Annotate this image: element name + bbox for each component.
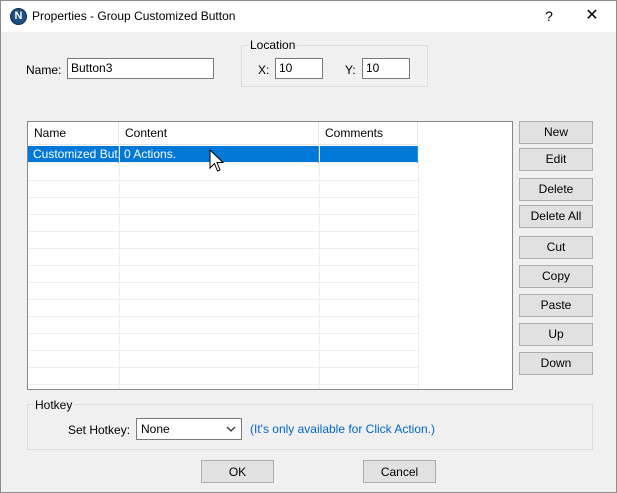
grid-divider (119, 145, 120, 389)
name-input[interactable]: Button3 (67, 58, 214, 79)
x-label: X: (258, 63, 270, 77)
empty-grid-row (28, 232, 418, 249)
grid-header: Name Content Comments (28, 122, 418, 145)
y-input[interactable]: 10 (362, 58, 410, 79)
empty-grid-row (28, 266, 418, 283)
empty-grid-row (28, 317, 418, 334)
empty-grid-row (28, 300, 418, 317)
set-hotkey-label: Set Hotkey: (68, 423, 131, 437)
empty-grid-row (28, 215, 418, 232)
window-title: Properties - Group Customized Button (32, 9, 236, 23)
location-legend: Location (248, 38, 298, 52)
x-input[interactable]: 10 (275, 58, 323, 79)
app-logo-icon: N (10, 8, 27, 25)
cut-button[interactable]: Cut (519, 236, 593, 259)
grid-divider (418, 145, 419, 389)
column-header-name[interactable]: Name (28, 122, 119, 145)
new-button[interactable]: New (519, 121, 593, 144)
column-header-comments[interactable]: Comments (319, 122, 418, 145)
ok-button[interactable]: OK (201, 460, 274, 483)
title-bar: N Properties - Group Customized Button ?… (1, 1, 616, 32)
delete-all-button[interactable]: Delete All (519, 205, 593, 228)
empty-grid-row (28, 249, 418, 266)
hotkey-select[interactable]: None (136, 418, 242, 440)
hotkey-legend: Hotkey (33, 398, 75, 412)
row-name-cell[interactable]: Customized But... (28, 146, 119, 163)
help-button[interactable]: ? (537, 5, 561, 27)
actions-grid[interactable]: Name Content Comments Customized But... … (27, 121, 513, 390)
empty-grid-row (28, 351, 418, 368)
column-header-content[interactable]: Content (119, 122, 319, 145)
hotkey-select-value: None (141, 422, 170, 436)
hotkey-hint: (It's only available for Click Action.) (250, 422, 436, 436)
edit-button[interactable]: Edit (519, 148, 593, 171)
row-comments-cell[interactable] (319, 146, 418, 163)
cancel-button[interactable]: Cancel (363, 460, 436, 483)
empty-grid-row (28, 181, 418, 198)
grid-divider (319, 145, 320, 389)
chevron-down-icon[interactable] (226, 423, 236, 435)
close-button[interactable]: ✕ (577, 5, 607, 27)
name-label: Name: (26, 63, 62, 77)
delete-button[interactable]: Delete (519, 178, 593, 201)
empty-grid-row (28, 198, 418, 215)
mouse-pointer-icon (209, 149, 225, 172)
up-button[interactable]: Up (519, 323, 593, 346)
y-label: Y: (345, 63, 356, 77)
paste-button[interactable]: Paste (519, 294, 593, 317)
empty-grid-row (28, 283, 418, 300)
properties-dialog: N Properties - Group Customized Button ?… (0, 0, 617, 493)
empty-grid-row (28, 334, 418, 351)
copy-button[interactable]: Copy (519, 265, 593, 288)
down-button[interactable]: Down (519, 352, 593, 375)
empty-grid-row (28, 368, 418, 385)
